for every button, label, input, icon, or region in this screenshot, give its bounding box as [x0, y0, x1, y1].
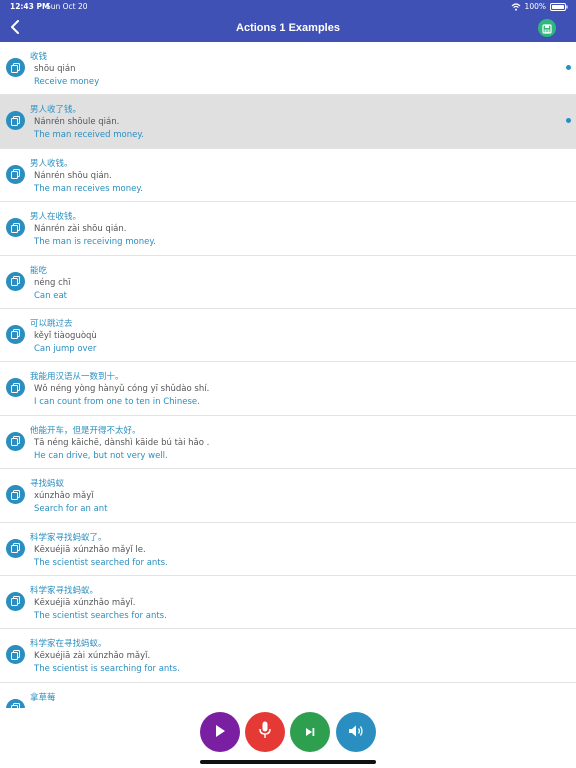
copy-icon[interactable] [6, 645, 25, 665]
copy-icon[interactable] [6, 431, 25, 451]
progress-dot [566, 65, 571, 70]
copy-icon[interactable] [6, 324, 25, 344]
skip-next-icon [304, 723, 316, 742]
chinese-text: 能吃 [30, 265, 48, 276]
chinese-text: 科学家在寻找蚂蚁。 [30, 639, 107, 650]
english-translation: I can count from one to ten in Chinese. [34, 397, 200, 408]
status-date: Sun Oct 20 [46, 2, 88, 11]
chinese-text: 拿草莓 [30, 692, 56, 703]
copy-icon[interactable] [6, 485, 25, 505]
copy-icon[interactable] [6, 591, 25, 611]
list-item[interactable]: 拿草莓 [0, 683, 576, 708]
english-translation: The man received money. [34, 130, 144, 141]
chinese-text: 我能用汉语从一数到十。 [30, 372, 124, 383]
list-item[interactable]: 男人在收钱。 Nánrén zài shōu qián. The man is … [0, 202, 576, 256]
play-icon [214, 723, 226, 742]
status-bar: 12:43 PM Sun Oct 20 100% [0, 0, 576, 14]
list-item[interactable]: 科学家寻找蚂蚁。 Kēxuéjiā xúnzhǎo mǎyǐ. The scie… [0, 576, 576, 630]
copy-icon[interactable] [6, 271, 25, 291]
pinyin-text: Kēxuéjiā xúnzhǎo mǎyǐ. [34, 597, 136, 608]
battery-percent: 100% [524, 2, 546, 11]
speaker-icon [348, 723, 364, 742]
list-item[interactable]: 男人收钱。 Nánrén shōu qián. The man receives… [0, 149, 576, 203]
chinese-text: 可以跳过去 [30, 318, 73, 329]
chinese-text: 收钱 [30, 52, 48, 62]
pinyin-text: Nánrén shōu qián. [34, 170, 112, 181]
copy-icon[interactable] [6, 698, 25, 708]
pinyin-text: Wǒ néng yòng hànyǔ cóng yī shǔdào shí. [34, 384, 210, 395]
pinyin-text: Kēxuéjiā zài xúnzhǎo mǎyǐ. [34, 651, 151, 662]
english-translation: Search for an ant [34, 504, 108, 515]
save-button[interactable] [538, 19, 556, 37]
wifi-icon [511, 3, 521, 11]
chinese-text: 他能开车，但是开得不太好。 [30, 425, 141, 436]
app-screen: 12:43 PM Sun Oct 20 100% Actions 1 Examp… [0, 0, 576, 768]
pinyin-text: xúnzhǎo mǎyǐ [34, 491, 94, 502]
pinyin-text: kěyǐ tiàoguòqù [34, 330, 97, 341]
list-item[interactable]: 他能开车，但是开得不太好。 Tā néng kāichē, dànshì kāi… [0, 416, 576, 470]
chinese-text: 寻找蚂蚁 [30, 479, 65, 490]
english-translation: He can drive, but not very well. [34, 450, 168, 461]
record-button[interactable] [245, 712, 285, 752]
pinyin-text: néng chī [34, 277, 71, 288]
pinyin-text: Kēxuéjiā xúnzhǎo mǎyǐ le. [34, 544, 146, 555]
english-translation: The scientist is searching for ants. [34, 664, 180, 675]
copy-icon[interactable] [6, 538, 25, 558]
list-item[interactable]: 男人收了钱。 Nánrén shōule qián. The man recei… [0, 95, 576, 149]
status-indicators: 100% [511, 0, 568, 14]
english-translation: Can jump over [34, 343, 97, 354]
list-item[interactable]: 能吃 néng chī Can eat [0, 256, 576, 309]
english-translation: The scientist searches for ants. [34, 610, 167, 621]
copy-icon[interactable] [6, 218, 25, 238]
chinese-text: 男人收钱。 [30, 158, 73, 169]
copy-icon[interactable] [6, 164, 25, 184]
pinyin-text: shōu qián [34, 64, 76, 74]
pinyin-text: Nánrén shōule qián. [34, 117, 120, 128]
chinese-text: 科学家寻找蚂蚁了。 [30, 532, 107, 543]
page-title: Actions 1 Examples [236, 22, 340, 34]
english-translation: Receive money [34, 77, 100, 87]
copy-icon[interactable] [6, 58, 25, 77]
playback-controls [0, 708, 576, 768]
chinese-text: 男人在收钱。 [30, 212, 82, 223]
play-button[interactable] [200, 712, 240, 752]
english-translation: The scientist searched for ants. [34, 557, 168, 568]
copy-icon[interactable] [6, 378, 25, 398]
speaker-button[interactable] [336, 712, 376, 752]
chinese-text: 男人收了钱。 [30, 105, 82, 116]
list-item[interactable]: 科学家在寻找蚂蚁。 Kēxuéjiā zài xúnzhǎo mǎyǐ. The… [0, 629, 576, 683]
navigation-header: Actions 1 Examples [0, 14, 576, 42]
list-item[interactable]: 科学家寻找蚂蚁了。 Kēxuéjiā xúnzhǎo mǎyǐ le. The … [0, 523, 576, 576]
next-button[interactable] [290, 712, 330, 752]
list-item[interactable]: 寻找蚂蚁 xúnzhǎo mǎyǐ Search for an ant [0, 469, 576, 523]
english-translation: Can eat [34, 290, 68, 301]
battery-icon [550, 3, 568, 11]
status-time: 12:43 PM [10, 2, 50, 11]
copy-icon[interactable] [6, 111, 25, 131]
progress-dot [566, 118, 571, 124]
chinese-text: 科学家寻找蚂蚁。 [30, 585, 99, 596]
save-icon [542, 19, 552, 38]
microphone-icon [259, 721, 271, 743]
examples-list[interactable]: 收钱 shōu qián Receive money 男人收了钱。 Nánrén… [0, 42, 576, 708]
home-indicator [200, 760, 376, 764]
list-item[interactable]: 可以跳过去 kěyǐ tiàoguòqù Can jump over [0, 309, 576, 363]
english-translation: The man is receiving money. [34, 237, 156, 248]
list-item[interactable]: 我能用汉语从一数到十。 Wǒ néng yòng hànyǔ cóng yī s… [0, 362, 576, 416]
english-translation: The man receives money. [34, 183, 143, 194]
list-item[interactable]: 收钱 shōu qián Receive money [0, 42, 576, 96]
pinyin-text: Tā néng kāichē, dànshì kāide bú tài hǎo … [34, 437, 210, 448]
pinyin-text: Nánrén zài shōu qián. [34, 224, 127, 235]
